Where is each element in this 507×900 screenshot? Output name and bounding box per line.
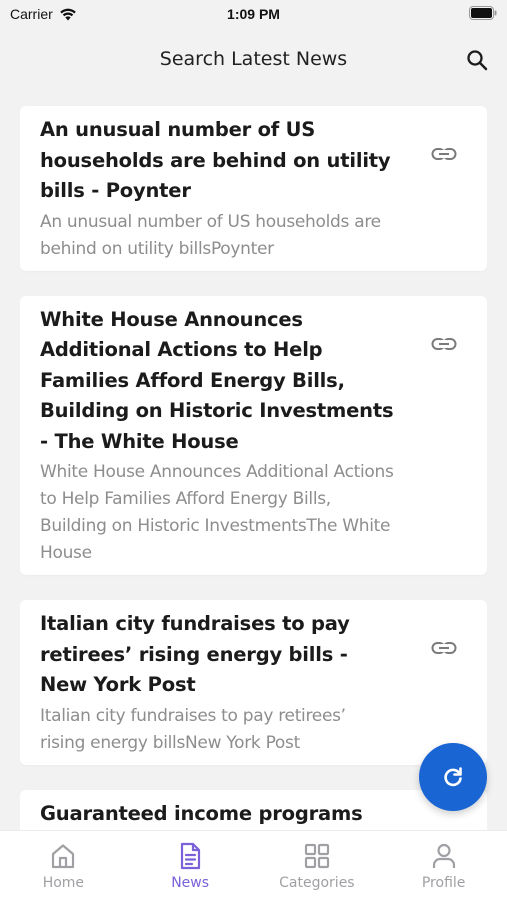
- link-icon[interactable]: [431, 145, 457, 163]
- tab-news[interactable]: News: [127, 831, 254, 900]
- battery-icon: [469, 6, 497, 23]
- tab-label: Home: [42, 875, 85, 891]
- profile-icon: [432, 843, 455, 868]
- refresh-button[interactable]: [419, 743, 487, 811]
- status-bar: Carrier 1:09 PM: [0, 0, 507, 28]
- tab-home[interactable]: Home: [0, 831, 127, 900]
- tab-profile[interactable]: Profile: [380, 831, 507, 900]
- search-icon: [467, 50, 488, 71]
- news-card[interactable]: Italian city fundraises to pay retirees’…: [20, 600, 487, 765]
- news-list[interactable]: An unusual number of US households are b…: [20, 106, 487, 831]
- news-description: An unusual number of US households are b…: [40, 211, 381, 259]
- news-title[interactable]: Guaranteed income programs are expanding…: [40, 799, 395, 832]
- header: Search Latest News: [0, 40, 507, 80]
- news-title[interactable]: White House Announces Additional Actions…: [40, 305, 395, 458]
- link-icon[interactable]: [431, 639, 457, 657]
- news-card[interactable]: Guaranteed income programs are expanding…: [20, 789, 487, 832]
- status-time: 1:09 PM: [227, 6, 280, 22]
- home-icon: [52, 844, 75, 869]
- news-title[interactable]: An unusual number of US households are b…: [40, 115, 395, 207]
- page-title: Search Latest News: [159, 48, 348, 70]
- link-icon[interactable]: [431, 335, 457, 353]
- news-title[interactable]: Italian city fundraises to pay retirees’…: [40, 609, 395, 701]
- news-card[interactable]: An unusual number of US households are b…: [20, 106, 487, 271]
- tab-categories[interactable]: Categories: [254, 831, 381, 900]
- news-icon: [181, 842, 201, 870]
- search-button[interactable]: [463, 46, 491, 74]
- refresh-icon: [444, 767, 462, 787]
- news-description: Italian city fundraises to pay retirees’…: [40, 705, 346, 753]
- tab-bar: Home News Categories Profile: [0, 830, 507, 900]
- tab-label: Profile: [421, 875, 466, 891]
- categories-icon: [304, 843, 329, 869]
- news-card[interactable]: White House Announces Additional Actions…: [20, 295, 487, 575]
- news-description: White House Announces Additional Actions…: [40, 462, 394, 563]
- tab-label: News: [171, 875, 210, 891]
- tab-label: Categories: [279, 875, 355, 891]
